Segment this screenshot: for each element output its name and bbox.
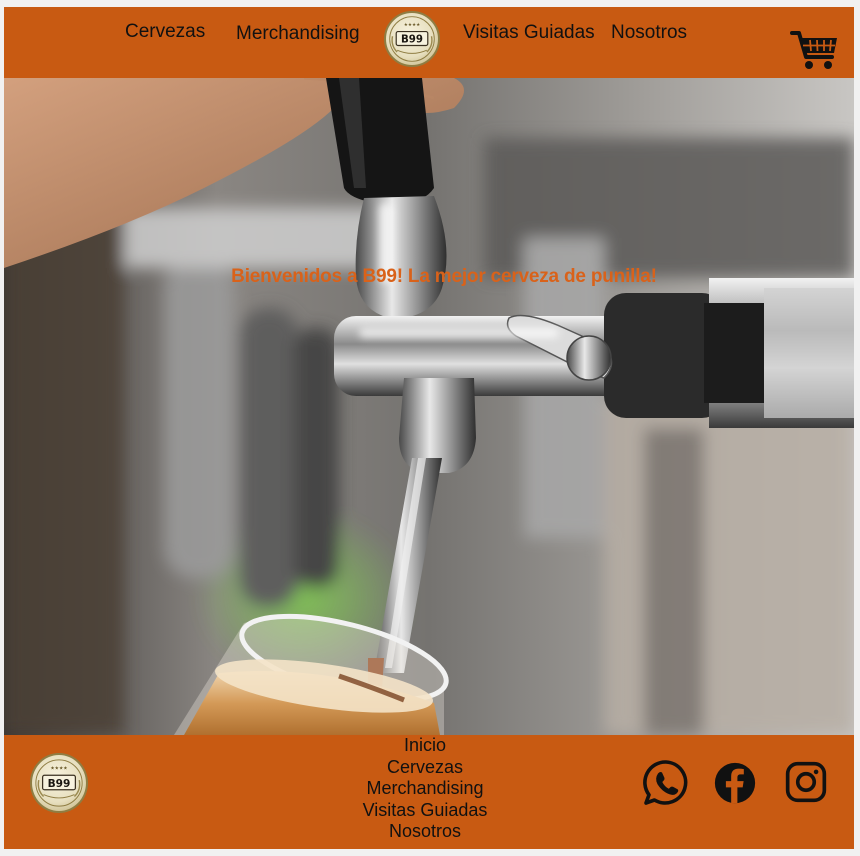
whatsapp-icon xyxy=(643,760,688,805)
shopping-cart-icon xyxy=(790,31,837,69)
nav-link-cervezas[interactable]: Cervezas xyxy=(125,21,205,43)
svg-text:★★★★: ★★★★ xyxy=(404,22,421,28)
svg-text:B99: B99 xyxy=(48,778,71,790)
whatsapp-link[interactable] xyxy=(642,759,690,807)
footer-link-cervezas[interactable]: Cervezas xyxy=(350,757,500,779)
facebook-icon xyxy=(714,762,756,804)
instagram-icon xyxy=(785,761,827,803)
brand-logo[interactable]: ★★★★ B99 xyxy=(384,11,440,67)
footer-nav: Inicio Cervezas Merchandising Visitas Gu… xyxy=(350,735,500,843)
svg-text:B99: B99 xyxy=(401,35,423,46)
footer: ★★★★ B99 Inicio Cervezas Merchandising V… xyxy=(4,735,854,849)
footer-link-merchandising[interactable]: Merchandising xyxy=(350,778,500,800)
nav-link-merchandising[interactable]: Merchandising xyxy=(236,23,360,45)
facebook-link[interactable] xyxy=(712,760,760,808)
brand-logo-icon: ★★★★ B99 xyxy=(389,16,435,62)
nav-link-nosotros[interactable]: Nosotros xyxy=(611,22,687,44)
footer-link-nosotros[interactable]: Nosotros xyxy=(350,821,500,843)
nav-link-visitas-guiadas[interactable]: Visitas Guiadas xyxy=(463,22,595,44)
footer-brand-logo[interactable]: ★★★★ B99 xyxy=(30,753,88,813)
hero-title: Bienvenidos a B99! La mejor cerveza de p… xyxy=(231,266,657,287)
footer-link-inicio[interactable]: Inicio xyxy=(350,735,500,757)
svg-text:★★★★: ★★★★ xyxy=(50,766,67,772)
hero-banner: Bienvenidos a B99! La mejor cerveza de p… xyxy=(4,78,854,735)
shopping-cart-button[interactable] xyxy=(790,27,840,75)
footer-link-visitas-guiadas[interactable]: Visitas Guiadas xyxy=(350,800,500,822)
instagram-link[interactable] xyxy=(784,760,832,808)
beer-tap-photo xyxy=(4,78,854,735)
top-nav-bar: Cervezas Merchandising ★★★★ B99 Visitas … xyxy=(4,7,854,78)
footer-brand-logo-icon: ★★★★ B99 xyxy=(35,759,83,807)
